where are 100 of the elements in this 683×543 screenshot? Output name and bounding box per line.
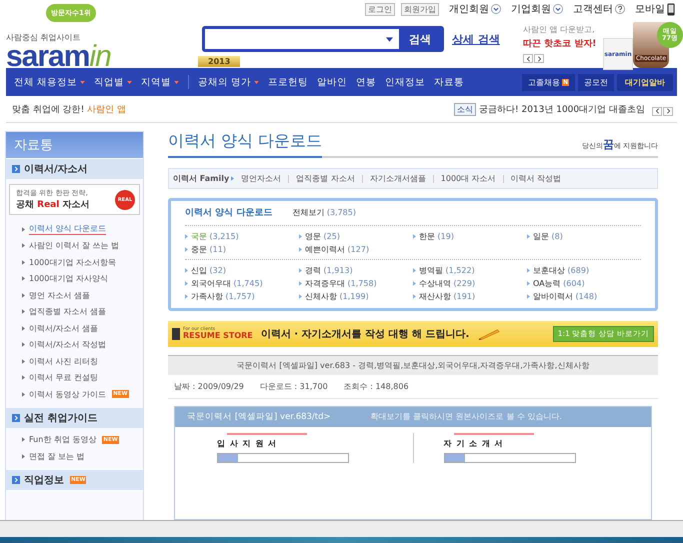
category-link[interactable]: 재산사항 (191) <box>419 291 476 302</box>
sidebar-link[interactable]: 면접 잘 보는 법 <box>29 450 85 462</box>
family-link[interactable]: 명언자소서 <box>241 173 282 184</box>
top-link[interactable]: 기업회원 <box>511 2 551 16</box>
sidebar-link[interactable]: 이력서 사진 리터칭 <box>29 356 98 367</box>
category-link[interactable]: 신입 (32) <box>191 265 226 276</box>
category-link[interactable]: 수상내역 (229) <box>419 278 476 289</box>
advanced-search-link[interactable]: 상세 검색 <box>452 32 500 46</box>
sidebar-section[interactable]: 실전 취업가이드 <box>6 408 143 428</box>
category-link[interactable]: OA능력 (604) <box>533 278 585 289</box>
bullet-icon <box>22 358 25 364</box>
bullet-icon <box>22 342 25 348</box>
category-link[interactable]: 병역필 (1,522) <box>419 265 475 276</box>
category-link[interactable]: 한문 (19) <box>419 231 454 242</box>
bullet-icon <box>22 309 25 314</box>
category-link[interactable]: 외국어우대 (1,745) <box>191 278 263 289</box>
nav-item[interactable]: 프로헌팅 <box>268 76 308 88</box>
caret-icon <box>174 80 180 84</box>
chevron-left-icon <box>526 56 530 62</box>
search-field[interactable]: 검색 <box>202 26 444 52</box>
form-heading: 입 사 지 원 서 <box>217 438 278 449</box>
top-link[interactable]: 모바일 <box>635 2 665 16</box>
nav-item[interactable]: 직업별 <box>94 76 132 88</box>
next-button[interactable] <box>663 106 673 116</box>
family-link[interactable]: 업직종별 자소서 <box>296 173 355 184</box>
phone-icon[interactable] <box>667 2 675 16</box>
bullet-icon <box>22 292 25 298</box>
arrow-square-icon <box>12 414 20 422</box>
chevron-right-icon <box>536 56 542 62</box>
category-link[interactable]: 가족사항 (1,757) <box>191 291 255 302</box>
bullet-icon <box>22 260 25 265</box>
bullet-icon <box>22 276 25 282</box>
banner-headline: 공채 Real 자소서 <box>16 199 90 211</box>
nav-item[interactable]: 인재정보 <box>385 76 426 88</box>
document-title: 국문이력서 [엑셀파일] ver.683 - 경력,병역필,보훈대상,외국어우대,자격증우대,가족사항,신체사항 <box>168 355 658 375</box>
bullet-icon <box>22 226 25 232</box>
search-button[interactable]: 검색 <box>399 28 441 50</box>
category-link[interactable]: 일문 (8) <box>533 231 563 242</box>
bullet-icon <box>231 176 234 181</box>
previous-button[interactable] <box>652 106 662 116</box>
nav-item[interactable]: 자료통 <box>434 76 464 88</box>
site-logo[interactable]: saramin <box>6 43 196 71</box>
bullet-icon <box>527 268 530 273</box>
sidebar-link[interactable]: 1000대기업 자사양식 <box>29 273 108 284</box>
pencil-icon <box>477 327 502 341</box>
section-title: 직업정보 <box>24 474 64 486</box>
help-icon[interactable] <box>615 4 625 14</box>
sidebar-link[interactable]: 사람인 이력서 잘 쓰는 법 <box>29 240 120 252</box>
category-link[interactable]: 영문 (25) <box>305 231 340 242</box>
sidebar-link[interactable]: 이력서/자소서 샘플 <box>29 322 98 334</box>
category-link[interactable]: 경력 (1,913) <box>305 265 353 276</box>
bullet-icon <box>22 454 25 459</box>
sidebar-section[interactable]: 이력서/자소서 <box>6 159 143 179</box>
sidebar-link[interactable]: 1000대기업 자소서항목 <box>29 256 116 268</box>
next-button[interactable] <box>534 54 544 63</box>
notice-text[interactable]: 맞춤 취업에 강한! 사람인 앱 <box>12 102 126 116</box>
family-link[interactable]: 1000대 자소서 <box>440 173 496 184</box>
category-link[interactable]: 알바이력서 (148) <box>533 291 598 302</box>
sidebar-link[interactable]: Fun한 취업 동영상 <box>29 434 96 446</box>
nav-item[interactable]: 알바인 <box>317 76 348 88</box>
bullet-icon <box>299 268 302 273</box>
sidebar-link[interactable]: 업직종별 자소서 샘플 <box>29 306 106 318</box>
category-link[interactable]: 예쁜이력서 (127) <box>305 244 370 255</box>
sidebar-link[interactable]: 이력서 동영상 가이드 <box>29 388 106 400</box>
nav-item[interactable]: 지역별 <box>141 76 180 88</box>
meta-text: 날짜 : 2009/09/29 <box>174 381 244 392</box>
nav-item[interactable]: 고졸채용 <box>528 76 560 88</box>
bullet-icon <box>413 268 416 273</box>
category-link[interactable]: 전체보기 (3,785) <box>292 207 356 218</box>
sidebar-link[interactable]: 명언 자소서 샘플 <box>29 290 90 301</box>
category-link[interactable]: 보훈대상 (689) <box>533 265 590 276</box>
top-link[interactable]: 로그인 <box>365 2 395 16</box>
category-link[interactable]: 신체사항 (1,199) <box>305 291 369 302</box>
sidebar-link[interactable]: 이력서 양식 다운로드 <box>29 223 106 236</box>
caret-icon[interactable] <box>386 36 393 42</box>
top-link[interactable]: 개인회원 <box>449 2 489 16</box>
family-link[interactable]: 자기소개서샘플 <box>370 173 426 184</box>
nav-button[interactable]: 대기업알바 <box>617 74 673 90</box>
category-link[interactable]: 중문 (11) <box>191 244 226 255</box>
chevron-down-icon[interactable] <box>491 4 501 14</box>
top-link[interactable]: 회원가입 <box>401 2 439 16</box>
nav-item[interactable]: 연봉 <box>356 76 376 88</box>
bullet-icon <box>413 234 416 239</box>
bullet-icon <box>413 281 416 286</box>
sidebar-link[interactable]: 이력서 무료 컨설팅 <box>29 372 98 384</box>
sidebar-link[interactable]: 이력서/자소서 작성법 <box>29 339 106 350</box>
category-link[interactable]: 국문 (3,215) <box>191 231 239 242</box>
news-headline[interactable]: 궁금하다! 2013년 1000대기업 대졸초임 <box>479 102 645 116</box>
ad-text: 사람인 앱 다운받고, <box>523 24 596 35</box>
previous-button[interactable] <box>523 54 533 63</box>
bullet-icon <box>185 268 188 273</box>
meta-text: 다운로드 : 31,700 <box>260 381 328 392</box>
family-link[interactable]: 이력서 작성법 <box>510 173 562 184</box>
category-link[interactable]: 자격증우대 (1,758) <box>305 278 377 289</box>
top-link[interactable]: 고객센터 <box>573 2 613 16</box>
news-tag: 소식 <box>454 102 476 116</box>
nav-item[interactable]: 전체 채용정보 <box>14 76 86 88</box>
panel-title: 이력서 양식 다운로드 <box>185 207 272 219</box>
caret-icon <box>254 80 260 84</box>
chevron-down-icon[interactable] <box>553 4 563 14</box>
